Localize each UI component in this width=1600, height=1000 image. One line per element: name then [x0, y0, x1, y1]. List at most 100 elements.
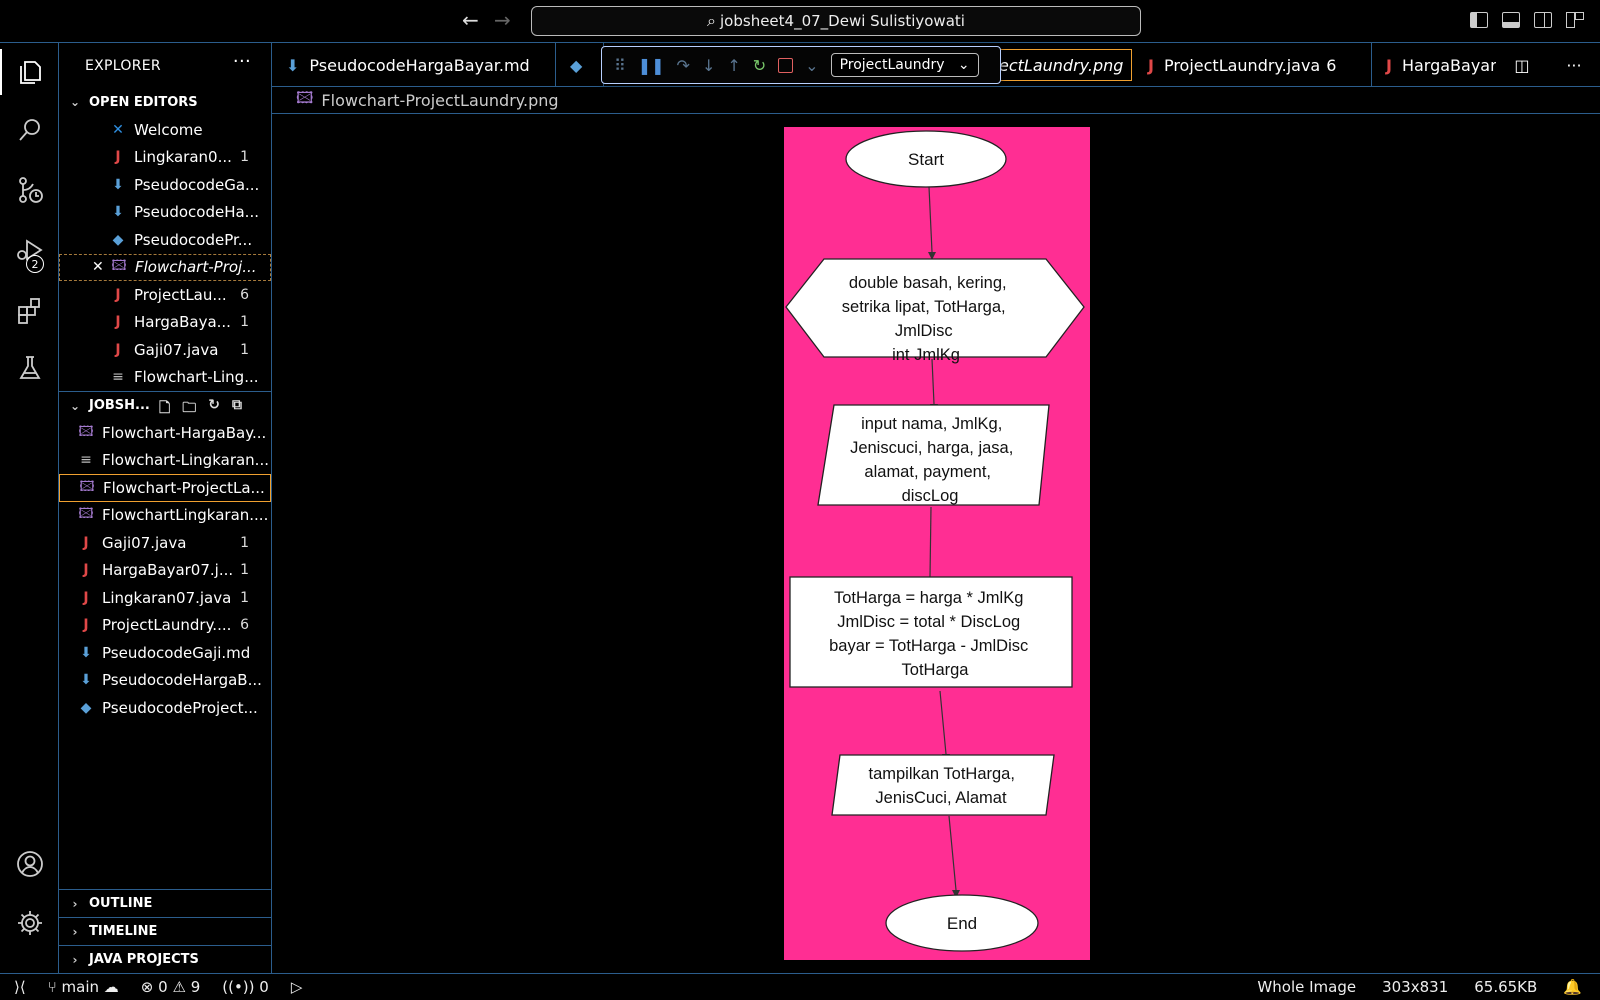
open-editor-item[interactable]: J Lingkaran0... 1 — [59, 144, 271, 172]
bell-icon[interactable]: 🔔 — [1563, 978, 1582, 996]
chevron-down-icon: ⌄ — [957, 57, 970, 73]
python-icon: ◆ — [570, 55, 583, 75]
file-item[interactable]: J Lingkaran07.java 1 — [59, 584, 271, 612]
tab-harga-bayar[interactable]: J HargaBayar — [1372, 43, 1512, 86]
tab-label: ProjectLaundry.java — [1163, 55, 1321, 75]
ports-count: 0 — [259, 978, 269, 996]
workspace-title: jobsheet4_07_Dewi Sulistiyowati — [720, 12, 965, 30]
open-editor-item[interactable]: J HargaBaya... 1 — [59, 309, 271, 337]
new-folder-icon[interactable]: 🗀 — [182, 397, 196, 421]
restart-icon[interactable]: ↻ — [753, 56, 766, 75]
java-icon: J — [83, 589, 89, 606]
debug-config-select[interactable]: ProjectLaundry ⌄ — [830, 53, 979, 77]
warning-count: 9 — [190, 978, 201, 996]
workspace-header[interactable]: ⌄ JOBSH... 🗋 🗀 ↻ ⧉ — [59, 391, 271, 419]
file-name: Flowchart-ProjectLa... — [103, 478, 265, 497]
open-editor-item[interactable]: ⬇ PseudocodeGa... — [59, 171, 271, 199]
chevron-down-icon[interactable]: ⌄ — [805, 56, 818, 75]
search-activity[interactable] — [0, 101, 59, 159]
java-icon: J — [83, 562, 89, 579]
open-editors-header[interactable]: ⌄ OPEN EDITORS — [59, 88, 271, 116]
file-name: HargaBaya... — [134, 313, 231, 332]
open-editor-item[interactable]: ◆ PseudocodePr... — [59, 226, 271, 254]
zoom-mode[interactable]: Whole Image — [1257, 978, 1356, 996]
java-icon: J — [115, 314, 121, 331]
forward-arrow-icon[interactable]: → — [494, 8, 511, 32]
new-file-icon[interactable]: 🗋 — [159, 397, 170, 421]
refresh-icon[interactable]: ↻ — [208, 397, 220, 421]
file-item[interactable]: ⬇ PseudocodeHargaB... — [59, 667, 271, 695]
split-editor-icon[interactable]: ◫ — [1514, 56, 1529, 75]
tab-project-laundry-java[interactable]: J ProjectLaundry.java 6 — [1134, 43, 1372, 86]
tab-label: PseudocodeHargaBayar.md — [309, 55, 530, 75]
close-icon[interactable]: ✕ — [92, 259, 104, 275]
file-item[interactable]: J HargaBayar07.j... 1 — [59, 557, 271, 585]
source-control-activity[interactable] — [0, 161, 59, 219]
toggle-secondary-sidebar-icon[interactable] — [1534, 12, 1552, 28]
image-size: 65.65KB — [1474, 978, 1538, 996]
java-projects-label: JAVA PROJECTS — [89, 952, 199, 967]
step-into-icon[interactable]: ↓ — [702, 56, 715, 75]
toggle-primary-sidebar-icon[interactable] — [1470, 12, 1488, 28]
problem-count: 6 — [1326, 55, 1337, 75]
problems-indicator[interactable]: ⊗ 0 ⚠ 9 — [141, 978, 200, 996]
breadcrumb[interactable]: 🖾 Flowchart-ProjectLaundry.png — [272, 88, 1600, 114]
pause-icon[interactable]: ❚❚ — [638, 56, 665, 75]
chevron-down-icon: ⌄ — [69, 95, 81, 109]
debug-config-value: ProjectLaundry — [839, 57, 945, 73]
ports-indicator[interactable]: ((•)) 0 — [222, 978, 269, 996]
file-item[interactable]: J ProjectLaundry.... 6 — [59, 612, 271, 640]
open-editor-item[interactable]: J ProjectLau... 6 — [59, 281, 271, 309]
tab-label: HargaBayar — [1401, 55, 1497, 75]
flowchart-image: Start double basah, kering, setrika lipa… — [784, 127, 1090, 960]
extensions-activity[interactable] — [0, 281, 59, 339]
problem-count: 1 — [240, 314, 249, 331]
step-out-icon[interactable]: ↑ — [727, 56, 740, 75]
open-editor-item[interactable]: ≡ Flowchart-Ling... — [59, 364, 271, 392]
drag-handle-icon[interactable]: ⠿ — [614, 56, 626, 75]
run-debug-activity[interactable]: 2 — [0, 221, 59, 279]
file-item[interactable]: ◆ PseudocodeProject... — [59, 694, 271, 722]
file-item[interactable]: 🖾 Flowchart-HargaBay... — [59, 419, 271, 447]
more-actions-icon[interactable]: ··· — [233, 51, 251, 72]
file-item[interactable]: 🖾 Flowchart-ProjectLa... — [59, 474, 271, 502]
tab-pseudocode-project[interactable]: ◆ — [556, 43, 604, 86]
java-projects-header[interactable]: › JAVA PROJECTS — [59, 945, 271, 973]
markdown-icon: ⬇ — [112, 176, 124, 193]
collapse-all-icon[interactable]: ⧉ — [232, 397, 242, 421]
more-actions-icon[interactable]: ··· — [1566, 56, 1581, 75]
file-item[interactable]: 🖾 FlowchartLingkaran.... — [59, 502, 271, 530]
file-item[interactable]: ⬇ PseudocodeGaji.md — [59, 639, 271, 667]
tab-flowchart-project-laundry[interactable]: ectLaundry.png ✕ — [984, 49, 1132, 81]
outline-header[interactable]: › OUTLINE — [59, 889, 271, 917]
stop-icon[interactable] — [778, 57, 794, 73]
toggle-panel-icon[interactable] — [1502, 12, 1520, 28]
explorer-activity[interactable] — [0, 43, 59, 101]
branch-indicator[interactable]: ⑂ main ☁ — [48, 978, 119, 996]
open-editor-item[interactable]: ✕ 🖾 Flowchart-Proj... — [59, 253, 271, 281]
file-name: Flowchart-Ling... — [134, 368, 259, 387]
broadcast-icon: ((•)) — [222, 978, 255, 996]
testing-activity[interactable] — [0, 339, 59, 397]
command-center-search[interactable]: ⌕ jobsheet4_07_Dewi Sulistiyowati — [531, 6, 1141, 36]
file-name: PseudocodeHargaB... — [102, 671, 262, 690]
manage-activity[interactable] — [0, 894, 59, 952]
customize-layout-icon[interactable] — [1566, 12, 1584, 28]
accounts-activity[interactable] — [0, 835, 59, 893]
file-item[interactable]: J Gaji07.java 1 — [59, 529, 271, 557]
file-item[interactable]: ≡ Flowchart-Lingkaran... — [59, 447, 271, 475]
debug-badge: 2 — [26, 255, 44, 273]
image-preview: Start double basah, kering, setrika lipa… — [272, 115, 1600, 973]
tab-pseudocode-harga-bayar[interactable]: ⬇ PseudocodeHargaBayar.md — [272, 43, 556, 86]
debug-launch-icon[interactable]: ▷ — [291, 978, 303, 996]
open-editor-item[interactable]: J Gaji07.java 1 — [59, 336, 271, 364]
step-over-icon[interactable]: ↷ — [677, 56, 690, 75]
open-editor-item[interactable]: ✕ Welcome — [59, 116, 271, 144]
file-name: ProjectLaundry.... — [102, 616, 232, 635]
open-editor-item[interactable]: ⬇ PseudocodeHa... — [59, 199, 271, 227]
branch-name: main — [61, 978, 99, 996]
remote-icon[interactable]: ⟩⟨ — [14, 978, 26, 996]
search-icon: ⌕ — [707, 11, 717, 30]
back-arrow-icon[interactable]: ← — [462, 8, 479, 32]
timeline-header[interactable]: › TIMELINE — [59, 917, 271, 945]
